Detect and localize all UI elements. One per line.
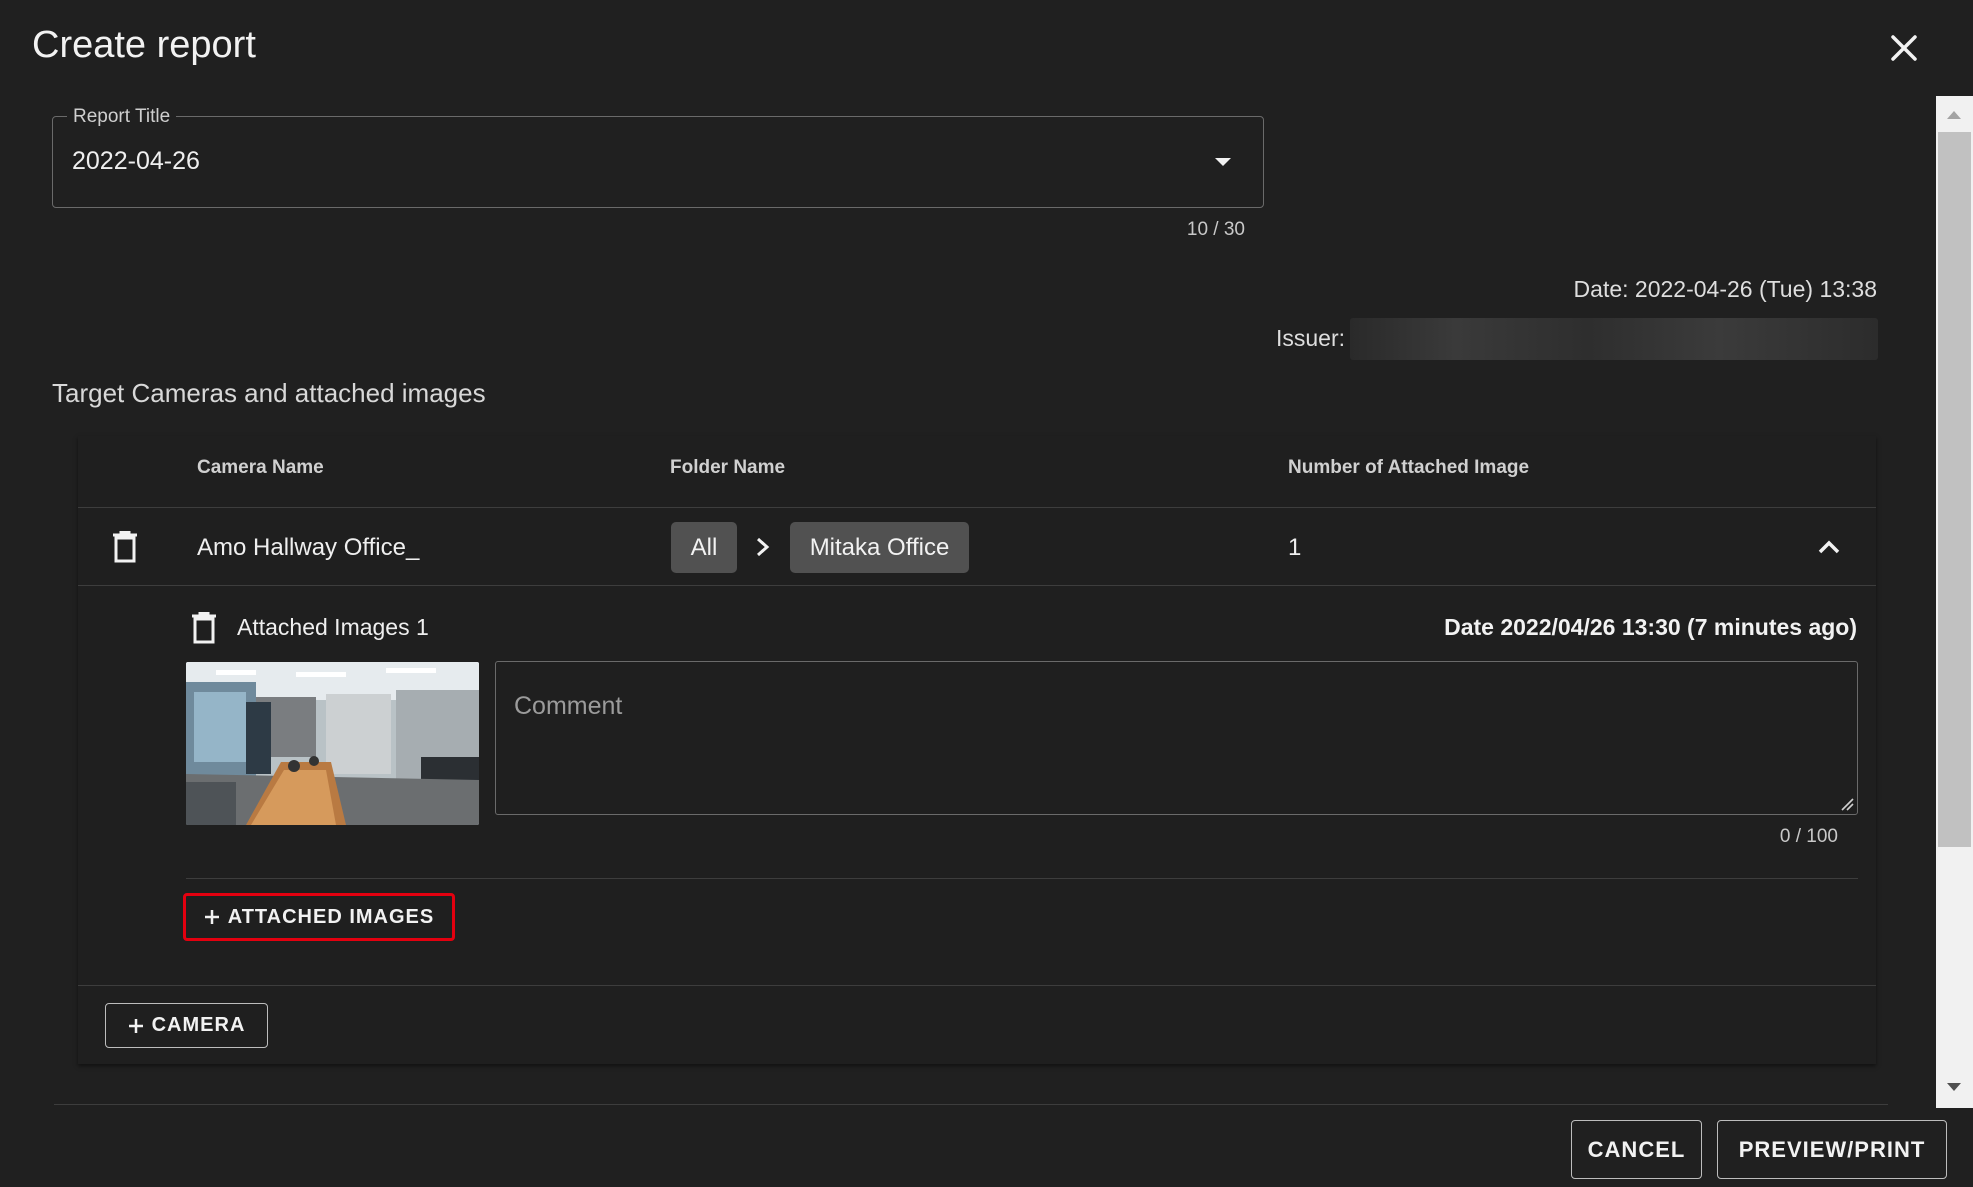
chevron-up-icon[interactable] xyxy=(1815,537,1843,557)
issuer-value-redacted xyxy=(1350,318,1878,360)
comment-textarea[interactable]: Comment xyxy=(495,661,1858,815)
attached-image-date: Date 2022/04/26 13:30 (7 minutes ago) xyxy=(1444,614,1857,640)
plus-icon xyxy=(204,910,219,924)
preview-print-button[interactable]: PREVIEW/PRINT xyxy=(1717,1120,1947,1179)
close-icon[interactable] xyxy=(1884,28,1924,68)
plus-icon xyxy=(128,1018,143,1033)
report-date: Date: 2022-04-26 (Tue) 13:38 xyxy=(1573,276,1877,302)
folder-chip-mitaka-office[interactable]: Mitaka Office xyxy=(790,522,969,573)
camera-name-cell: Amo Hallway Office_ xyxy=(197,534,420,561)
header-camera-name: Camera Name xyxy=(197,457,324,478)
attached-images-divider xyxy=(186,878,1858,879)
header-folder-name: Folder Name xyxy=(670,457,786,478)
resize-grip-icon[interactable] xyxy=(1840,797,1854,811)
report-title-value: 2022-04-26 xyxy=(72,147,200,175)
title-char-counter: 10 / 30 xyxy=(1186,219,1245,240)
comment-placeholder: Comment xyxy=(514,692,623,720)
folder-chip-all[interactable]: All xyxy=(671,522,737,573)
attached-image-thumbnail[interactable] xyxy=(186,662,479,825)
attached-count-cell: 1 xyxy=(1288,534,1302,561)
report-title-select[interactable]: Report Title 2022-04-26 xyxy=(52,106,1264,208)
row-divider xyxy=(78,585,1876,586)
report-title-label: Report Title xyxy=(67,106,177,128)
header-attached-count: Number of Attached Image xyxy=(1288,457,1530,478)
scroll-down-arrow-icon[interactable] xyxy=(1944,1080,1964,1094)
dialog-title: Create report xyxy=(32,24,256,66)
add-attached-images-button[interactable]: ATTACHED IMAGES xyxy=(183,893,455,941)
issuer-label: Issuer: xyxy=(1276,325,1346,351)
scrollbar-thumb[interactable] xyxy=(1938,132,1971,847)
footer-divider xyxy=(54,1104,1888,1105)
trash-icon[interactable] xyxy=(112,530,138,563)
comment-char-counter: 0 / 100 xyxy=(1779,826,1838,847)
header-divider xyxy=(78,507,1876,508)
camera-row-bottom-divider xyxy=(78,985,1876,986)
scroll-up-arrow-icon[interactable] xyxy=(1944,108,1964,122)
add-camera-button[interactable]: CAMERA xyxy=(105,1003,268,1048)
section-title: Target Cameras and attached images xyxy=(52,378,486,408)
add-attached-images-label: ATTACHED IMAGES xyxy=(227,905,435,928)
create-report-dialog: Create report Report Title 2022-04-26 10… xyxy=(0,0,1973,1187)
chevron-right-icon xyxy=(754,536,772,558)
attached-images-title: Attached Images 1 xyxy=(237,614,429,640)
trash-icon[interactable] xyxy=(191,611,217,644)
add-camera-label: CAMERA xyxy=(151,1014,246,1036)
cancel-button[interactable]: CANCEL xyxy=(1571,1120,1702,1179)
dropdown-arrow-icon[interactable] xyxy=(1213,155,1233,169)
